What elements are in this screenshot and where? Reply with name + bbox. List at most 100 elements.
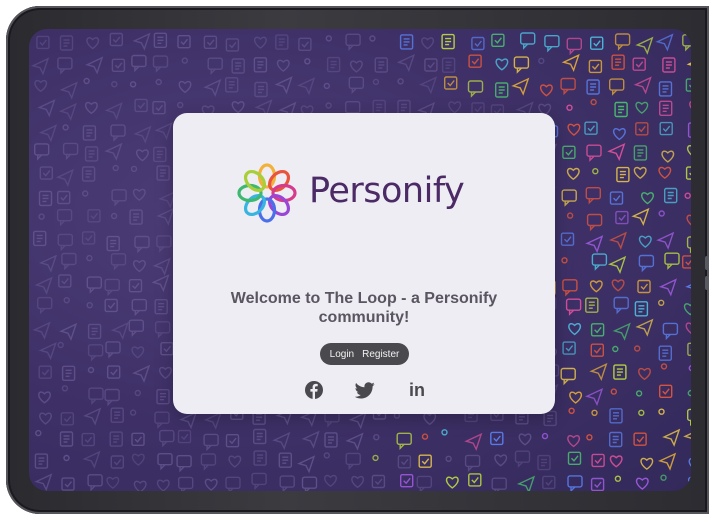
doodle bbox=[225, 434, 240, 448]
doodle bbox=[634, 301, 649, 317]
doodle bbox=[635, 101, 649, 114]
doodle bbox=[203, 433, 219, 452]
doodle bbox=[156, 479, 170, 491]
doodle bbox=[638, 235, 652, 248]
doodle bbox=[638, 409, 645, 416]
doodle bbox=[155, 78, 162, 86]
doodle bbox=[276, 59, 290, 72]
doodle bbox=[635, 318, 654, 337]
doodle bbox=[590, 477, 605, 491]
doodle bbox=[616, 166, 630, 183]
doodle bbox=[445, 476, 459, 489]
side-button bbox=[705, 256, 709, 270]
doodle bbox=[34, 276, 53, 295]
doodle bbox=[38, 213, 45, 220]
doodle bbox=[688, 458, 691, 467]
doodle bbox=[106, 476, 120, 489]
doodle bbox=[111, 189, 127, 207]
linkedin-glyph: in bbox=[409, 381, 425, 399]
doodle bbox=[686, 214, 691, 226]
welcome-heading: Welcome to The Loop - a Personify commun… bbox=[193, 289, 535, 327]
doodle bbox=[374, 57, 388, 73]
doodle bbox=[34, 473, 53, 491]
doodle bbox=[81, 231, 96, 245]
doodle bbox=[664, 252, 680, 270]
doodle bbox=[349, 60, 363, 73]
doodle bbox=[445, 455, 452, 462]
doodle bbox=[537, 454, 551, 471]
doodle bbox=[157, 453, 173, 471]
doodle bbox=[585, 235, 604, 254]
doodle bbox=[38, 190, 53, 207]
doodle bbox=[686, 236, 691, 254]
linkedin-icon: in bbox=[409, 381, 425, 399]
doodle bbox=[200, 453, 217, 471]
doodle bbox=[348, 76, 364, 94]
doodle bbox=[441, 57, 456, 73]
doodle bbox=[560, 367, 576, 386]
doodle bbox=[134, 235, 150, 254]
linkedin-link[interactable]: in bbox=[405, 379, 429, 401]
doodle bbox=[585, 297, 599, 313]
doodle bbox=[225, 476, 241, 491]
register-link[interactable]: Register bbox=[362, 349, 399, 360]
doodle bbox=[61, 477, 75, 491]
doodle bbox=[610, 388, 617, 395]
doodle bbox=[81, 432, 95, 447]
doodle bbox=[372, 454, 379, 462]
doodle bbox=[562, 279, 578, 297]
doodle bbox=[38, 124, 58, 143]
doodle bbox=[658, 278, 677, 297]
doodle bbox=[39, 412, 52, 425]
doodle bbox=[611, 279, 625, 292]
doodle bbox=[633, 166, 647, 180]
doodle bbox=[110, 124, 126, 142]
doodle bbox=[275, 34, 289, 50]
doodle bbox=[591, 253, 608, 271]
doodle bbox=[133, 480, 147, 491]
doodle bbox=[615, 210, 629, 225]
login-link[interactable]: Login bbox=[330, 349, 354, 360]
doodle bbox=[272, 431, 291, 451]
doodle bbox=[689, 100, 691, 109]
doodle bbox=[560, 232, 575, 246]
doodle bbox=[588, 59, 603, 74]
doodle bbox=[181, 57, 189, 64]
doodle bbox=[109, 32, 124, 47]
doodle bbox=[662, 57, 676, 73]
doodle bbox=[57, 233, 73, 252]
doodle bbox=[687, 389, 691, 397]
doodle bbox=[345, 33, 361, 51]
doodle bbox=[638, 367, 651, 381]
doodle bbox=[609, 191, 624, 205]
doodle bbox=[63, 454, 70, 462]
doodle bbox=[658, 299, 665, 306]
doodle bbox=[87, 209, 101, 223]
facebook-link[interactable] bbox=[303, 379, 325, 401]
doodle bbox=[131, 54, 147, 73]
doodle bbox=[685, 78, 691, 92]
doodle bbox=[34, 453, 49, 469]
doodle bbox=[612, 128, 626, 141]
doodle bbox=[566, 104, 573, 111]
logo-loop bbox=[243, 169, 266, 192]
doodle bbox=[131, 453, 145, 466]
doodle bbox=[62, 142, 79, 161]
doodle bbox=[538, 57, 545, 65]
doodle bbox=[38, 365, 52, 379]
twitter-link[interactable] bbox=[353, 379, 377, 401]
doodle bbox=[566, 167, 580, 181]
doodle bbox=[351, 475, 365, 489]
doodle bbox=[609, 78, 625, 96]
doodle bbox=[397, 78, 404, 85]
doodle bbox=[345, 452, 361, 471]
doodle bbox=[566, 37, 582, 56]
doodle bbox=[177, 429, 192, 444]
doodle bbox=[59, 35, 74, 51]
logo-loop bbox=[268, 169, 291, 192]
doodle bbox=[468, 473, 482, 487]
doodle bbox=[82, 125, 97, 141]
doodle bbox=[57, 57, 73, 75]
doodle bbox=[204, 478, 218, 491]
doodle bbox=[152, 55, 169, 73]
